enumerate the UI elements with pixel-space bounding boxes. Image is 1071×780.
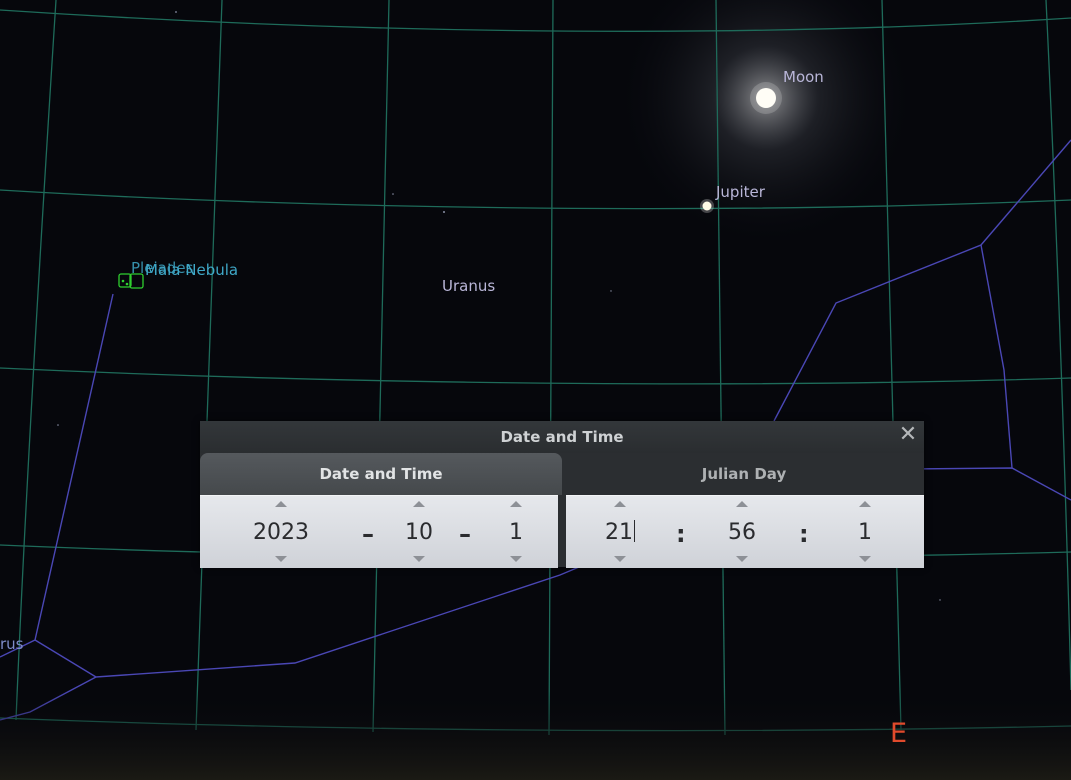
- constellation-label: rus: [0, 635, 24, 653]
- jupiter-label[interactable]: Jupiter: [716, 183, 765, 201]
- hour-value: 21: [605, 520, 633, 545]
- sky-view[interactable]: [0, 0, 1071, 780]
- date-time-dialog: Date and Time ✕ Date and Time Julian Day…: [200, 421, 924, 568]
- close-icon: ✕: [898, 422, 918, 447]
- hour-up-arrow-icon[interactable]: [614, 501, 626, 507]
- text-cursor: [634, 520, 635, 542]
- second-value[interactable]: 1: [842, 520, 888, 545]
- minute-spinbox[interactable]: 56: [719, 496, 765, 568]
- month-down-arrow-icon[interactable]: [413, 556, 425, 562]
- minute-value[interactable]: 56: [719, 520, 765, 545]
- day-value[interactable]: 1: [496, 520, 536, 545]
- tab-julian-day[interactable]: Julian Day: [564, 453, 924, 495]
- uranus-label[interactable]: Uranus: [442, 277, 495, 295]
- year-up-arrow-icon[interactable]: [275, 501, 287, 507]
- close-button[interactable]: ✕: [898, 424, 918, 446]
- dialog-titlebar[interactable]: Date and Time ✕: [200, 421, 924, 453]
- moon-halo: [750, 82, 782, 114]
- date-separator: –: [459, 520, 471, 548]
- second-spinbox[interactable]: 1: [842, 496, 888, 568]
- hour-spinbox[interactable]: 21: [597, 496, 643, 568]
- time-separator: :: [799, 520, 809, 548]
- day-up-arrow-icon[interactable]: [510, 501, 522, 507]
- year-value[interactable]: 2023: [242, 520, 320, 545]
- hour-down-arrow-icon[interactable]: [614, 556, 626, 562]
- second-up-arrow-icon[interactable]: [859, 501, 871, 507]
- horizon-ground: [0, 690, 1071, 780]
- day-spinbox[interactable]: 1: [496, 496, 536, 568]
- day-down-arrow-icon[interactable]: [510, 556, 522, 562]
- tab-date-and-time[interactable]: Date and Time: [200, 453, 562, 495]
- jupiter-core: [702, 201, 712, 211]
- moon-glow: [616, 0, 916, 248]
- date-separator: –: [362, 520, 374, 548]
- maia-nebula-label[interactable]: Maia Nebula: [145, 261, 238, 279]
- time-fields: 21 : 56 : 1: [566, 495, 924, 568]
- year-spinbox[interactable]: 2023: [242, 496, 320, 568]
- month-value[interactable]: 10: [394, 520, 444, 545]
- month-up-arrow-icon[interactable]: [413, 501, 425, 507]
- month-spinbox[interactable]: 10: [394, 496, 444, 568]
- moon-label[interactable]: Moon: [783, 68, 824, 86]
- year-down-arrow-icon[interactable]: [275, 556, 287, 562]
- second-down-arrow-icon[interactable]: [859, 556, 871, 562]
- hour-field[interactable]: 21: [597, 520, 643, 545]
- cardinal-east-label: E: [890, 718, 908, 749]
- date-fields: 2023 – 10 – 1: [200, 495, 558, 568]
- dialog-title: Date and Time: [500, 428, 624, 446]
- minute-down-arrow-icon[interactable]: [736, 556, 748, 562]
- minute-up-arrow-icon[interactable]: [736, 501, 748, 507]
- time-separator: :: [676, 520, 686, 548]
